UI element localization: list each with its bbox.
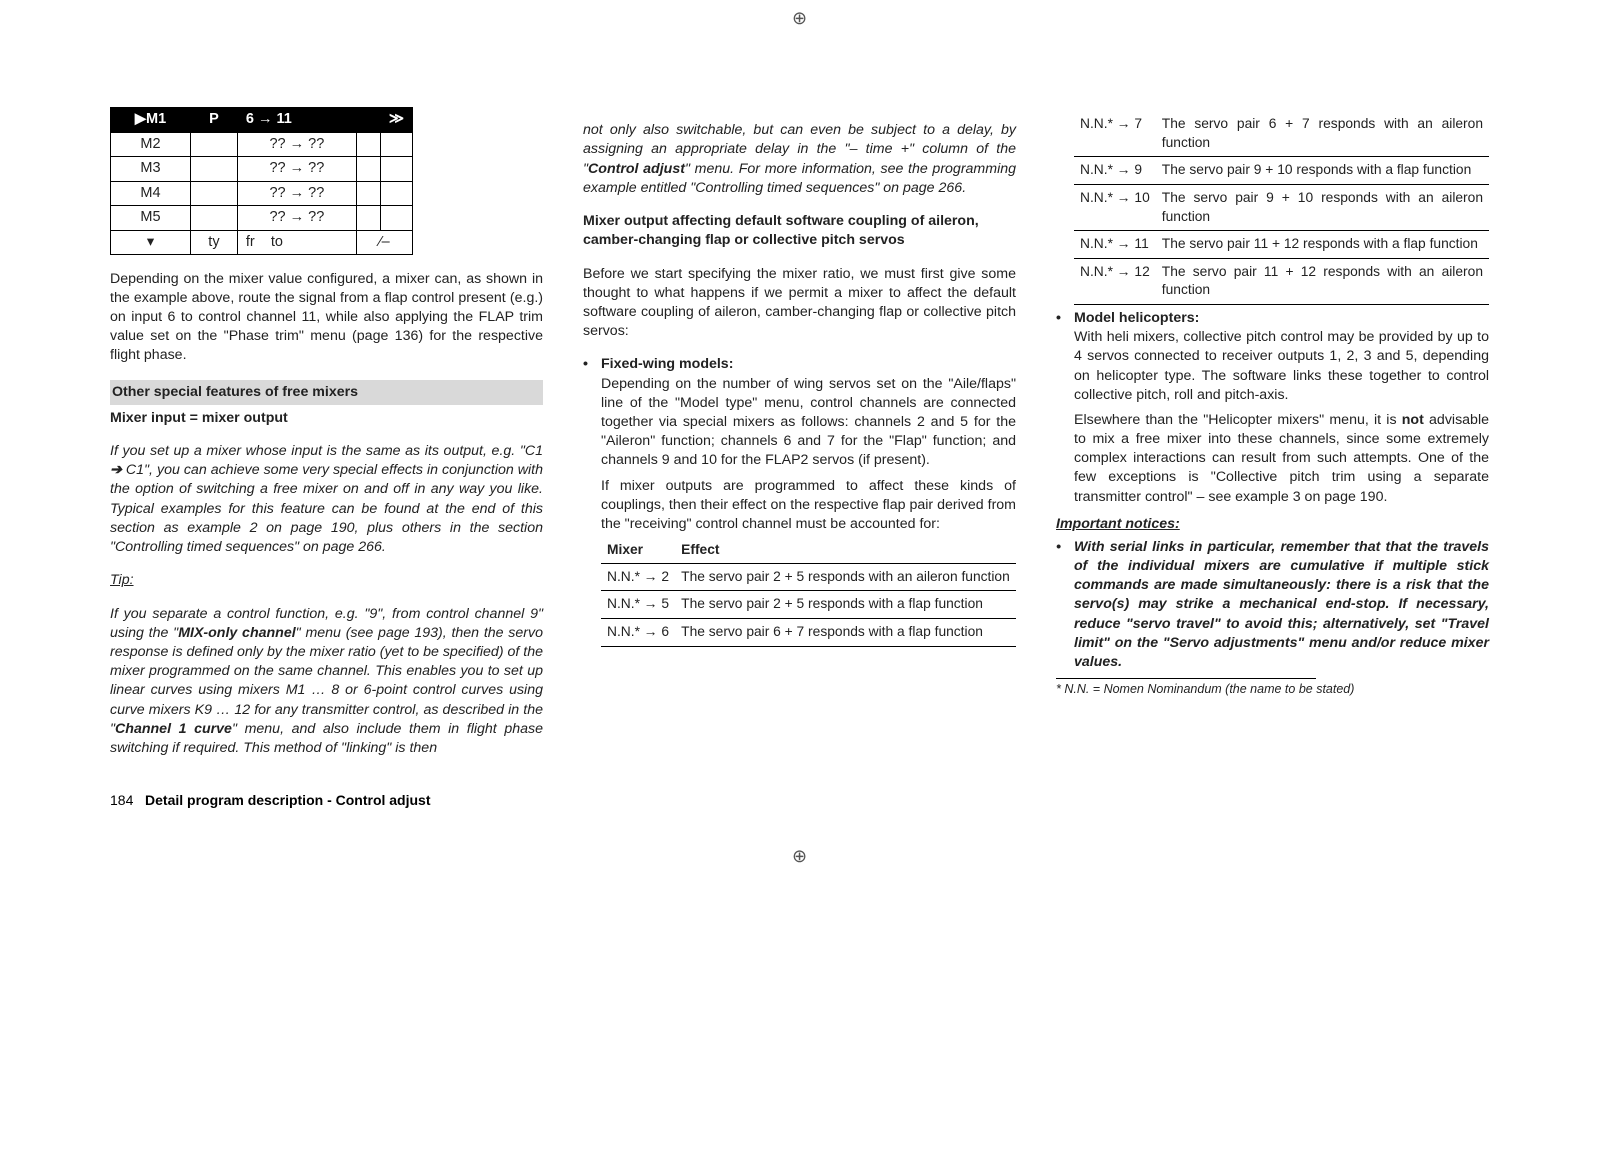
cell-nn10: N.N.* → 10: [1074, 184, 1156, 230]
cell-nn5: N.N.* → 5: [601, 591, 675, 619]
lcd-sw1: [356, 108, 380, 133]
lcd-m3: M3: [111, 157, 191, 182]
cell-nn2: N.N.* → 2: [601, 563, 675, 591]
page-body: ▶M1 P 6 → 11 ≫ M2 ?? → ?? M3 ?? → ?? M4 ?? …: [0, 37, 1599, 792]
cell-nn7: N.N.* → 7: [1074, 111, 1156, 157]
effect-table-2: N.N.* → 7The servo pair 6 + 7 responds w…: [1074, 111, 1489, 305]
bullet-icon: •: [1056, 538, 1074, 672]
lcd-m2: M2: [111, 132, 191, 157]
th-effect: Effect: [675, 538, 1016, 563]
column-1: ▶M1 P 6 → 11 ≫ M2 ?? → ?? M3 ?? → ?? M4 ?? …: [110, 107, 543, 772]
bullet-icon: •: [1056, 309, 1074, 328]
lcd-ty: ty: [191, 230, 238, 255]
lcd-map2: ?? → ??: [237, 132, 356, 157]
fixedwing-desc2: If mixer outputs are programmed to affec…: [583, 477, 1016, 535]
footnote-text: * N.N. = Nomen Nominandum (the name to b…: [1056, 681, 1489, 698]
cell-nn9-eff: The servo pair 9 + 10 responds with a fl…: [1156, 157, 1489, 185]
cell-nn9: N.N.* → 9: [1074, 157, 1156, 185]
heli-desc1: With heli mixers, collective pitch contr…: [1056, 328, 1489, 405]
lcd-map4: ?? → ??: [237, 181, 356, 206]
bullet-heli: • Model helicopters:: [1056, 309, 1489, 328]
footnote-rule: [1056, 678, 1316, 679]
cell-nn6: N.N.* → 6: [601, 618, 675, 646]
gray-heading-special-features: Other special features of free mixers: [110, 380, 543, 405]
lcd-p: P: [191, 108, 238, 133]
cell-nn10-eff: The servo pair 9 + 10 responds with an a…: [1156, 184, 1489, 230]
col2-para1: not only also switchable, but can even b…: [583, 121, 1016, 198]
cell-nn11-eff: The servo pair 11 + 12 responds with a f…: [1156, 231, 1489, 259]
column-3: N.N.* → 7The servo pair 6 + 7 responds w…: [1056, 107, 1489, 772]
heli-desc2: Elsewhere than the "Helicopter mixers" m…: [1056, 411, 1489, 507]
cell-nn6-eff: The servo pair 6 + 7 responds with a fla…: [675, 618, 1016, 646]
lcd-map3: ?? → ??: [237, 157, 356, 182]
lcd-map5: ?? → ??: [237, 206, 356, 231]
lcd-foot-sw: ⁄–: [356, 230, 412, 255]
page-number: 184: [110, 792, 133, 808]
heading-mixer-io: Mixer input = mixer output: [110, 409, 543, 428]
col1-para1: Depending on the mixer value configured,…: [110, 270, 543, 366]
lcd-sw2: ≫: [380, 108, 412, 133]
fixedwing-desc1: Depending on the number of wing servos s…: [583, 375, 1016, 471]
important-text: With serial links in particular, remembe…: [1074, 538, 1489, 672]
footer-title: Detail program description - Control adj…: [145, 792, 430, 808]
heli-label: Model helicopters:: [1074, 310, 1199, 326]
lcd-m1: ▶M1: [111, 108, 191, 133]
col1-para3: If you separate a control function, e.g.…: [110, 605, 543, 758]
cell-nn5-eff: The servo pair 2 + 5 responds with a fla…: [675, 591, 1016, 619]
bullet-fixedwing: • Fixed-wing models:: [583, 355, 1016, 374]
cell-nn2-eff: The servo pair 2 + 5 responds with an ai…: [675, 563, 1016, 591]
lcd-m4: M4: [111, 181, 191, 206]
important-heading: Important notices:: [1056, 515, 1489, 534]
registration-mark-bottom: ⊕: [0, 838, 1599, 875]
lcd-m5: M5: [111, 206, 191, 231]
fixedwing-label: Fixed-wing models:: [601, 356, 733, 372]
lcd-map1: 6 → 11: [237, 108, 356, 133]
cell-nn12-eff: The servo pair 11 + 12 responds with an …: [1156, 258, 1489, 304]
cell-nn11: N.N.* → 11: [1074, 231, 1156, 259]
registration-mark-top: ⊕: [0, 0, 1599, 37]
effect-table-1: MixerEffect N.N.* → 2The servo pair 2 + …: [601, 538, 1016, 647]
page-footer: 184 Detail program description - Control…: [0, 792, 1599, 838]
bullet-icon: •: [583, 355, 601, 374]
lcd-frto: fr to: [237, 230, 356, 255]
cell-nn7-eff: The servo pair 6 + 7 responds with an ai…: [1156, 111, 1489, 157]
important-bullet: • With serial links in particular, remem…: [1056, 538, 1489, 672]
tip-heading: Tip:: [110, 571, 543, 590]
lcd-table: ▶M1 P 6 → 11 ≫ M2 ?? → ?? M3 ?? → ?? M4 ?? …: [110, 107, 413, 255]
col2-para2: Before we start specifying the mixer rat…: [583, 265, 1016, 342]
col1-para2: If you set up a mixer whose input is the…: [110, 442, 543, 557]
arrow-icon: ➔: [110, 462, 122, 478]
cell-nn12: N.N.* → 12: [1074, 258, 1156, 304]
lcd-foot-arrow: ▾: [111, 230, 191, 255]
col2-heading: Mixer output affecting default software …: [583, 212, 1016, 250]
column-2: not only also switchable, but can even b…: [583, 107, 1016, 772]
th-mixer: Mixer: [601, 538, 675, 563]
